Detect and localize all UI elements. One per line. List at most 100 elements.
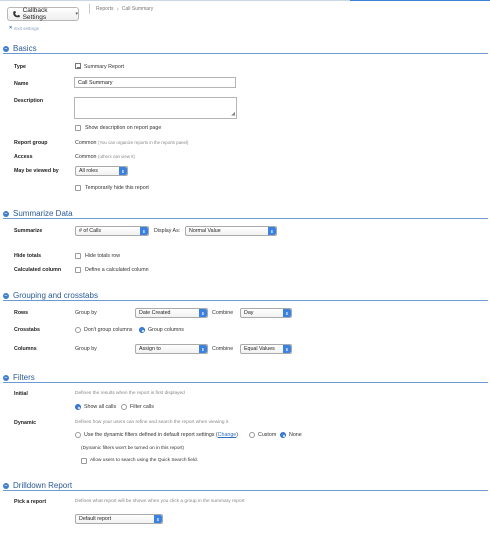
hide-totals-label: Hide totals: [14, 253, 42, 259]
settings-header: Callback Settings ▾ Reports › Call Summa…: [0, 0, 490, 36]
pick-report-select[interactable]: Default report ⬍: [75, 514, 163, 524]
hide-report-checkbox[interactable]: [75, 185, 81, 191]
report-group-name: Common: [75, 140, 97, 146]
group-columns-radio[interactable]: [139, 327, 145, 333]
collapse-icon[interactable]: −: [3, 292, 9, 299]
rows-combine-value: Day: [244, 310, 254, 316]
pick-report-label: Pick a report: [14, 499, 47, 505]
custom-filters-radio[interactable]: [249, 432, 255, 438]
dont-group-columns-radio[interactable]: [75, 327, 81, 333]
description-label: Description: [14, 98, 44, 104]
quick-search-checkbox[interactable]: [81, 458, 87, 464]
pick-report-value: Default report: [79, 516, 112, 522]
custom-filters-label: Custom: [258, 432, 277, 438]
report-group-label: Report group: [14, 140, 48, 146]
columns-combine-label: Combine: [212, 346, 234, 352]
rows-field-value: Date Created: [139, 310, 171, 316]
use-default-filters-radio[interactable]: [75, 432, 81, 438]
columns-field-select[interactable]: Assign to ⬍: [135, 344, 208, 354]
phone-icon: [13, 10, 20, 17]
access-value: Common (others can view it): [75, 154, 135, 160]
rows-group-by: Group by: [75, 310, 97, 316]
no-filters-label: None: [289, 432, 302, 438]
initial-description: Defines the results when the report is f…: [75, 391, 185, 396]
section-title-summarize: Summarize Data: [13, 209, 73, 218]
section-drilldown[interactable]: − Drilldown Report: [3, 481, 488, 491]
summarize-select[interactable]: # of Calls ⬍: [75, 226, 149, 236]
summarize-value: # of Calls: [79, 228, 102, 234]
exit-settings-link[interactable]: × Exit settings: [9, 25, 39, 31]
dont-group-columns-label: Don't group columns: [84, 327, 133, 333]
filter-calls-label: Filter calls: [130, 404, 154, 410]
collapse-icon[interactable]: −: [3, 45, 9, 52]
summarize-label: Summarize: [14, 228, 43, 234]
rows-label: Rows: [14, 310, 29, 316]
hide-totals-checkbox[interactable]: [75, 253, 81, 259]
name-field[interactable]: Call Summary: [74, 77, 236, 88]
show-description-checkbox[interactable]: [75, 125, 81, 131]
name-field-value: Call Summary: [78, 79, 113, 86]
section-title-drilldown: Drilldown Report: [13, 481, 73, 490]
change-link[interactable]: Change: [218, 432, 237, 438]
rows-field-select[interactable]: Date Created ⬍: [135, 308, 208, 318]
calculated-column-option: Define a calculated column: [85, 267, 149, 273]
chevron-right-icon: ›: [116, 5, 119, 13]
select-arrows-icon: ⬍: [283, 345, 291, 353]
rows-combine-select[interactable]: Day ⬍: [240, 308, 292, 318]
select-arrows-icon: ⬍: [199, 345, 207, 353]
select-arrows-icon: ⬍: [119, 167, 127, 175]
section-title-grouping: Grouping and crosstabs: [13, 291, 98, 300]
report-group-value: Common (You can organize reports in the …: [75, 140, 188, 146]
no-filters-radio[interactable]: [280, 432, 286, 438]
rows-combine-label: Combine: [212, 310, 234, 316]
display-as-label: Display As:: [154, 228, 181, 234]
calculated-column-checkbox[interactable]: [75, 267, 81, 273]
columns-group-by: Group by: [75, 346, 97, 352]
section-summarize-data[interactable]: − Summarize Data: [3, 209, 488, 219]
select-arrows-icon: ⬍: [283, 309, 291, 317]
filter-calls-radio[interactable]: [121, 404, 127, 410]
crosstabs-label: Crosstabs: [14, 327, 40, 333]
collapse-icon[interactable]: −: [3, 210, 9, 217]
columns-label: Columns: [14, 346, 37, 352]
display-as-value: Normal Value: [189, 228, 221, 234]
access-name: Common: [75, 154, 97, 160]
breadcrumb-call-summary: Call Summary: [121, 6, 154, 12]
section-title-basics: Basics: [13, 44, 37, 53]
description-field[interactable]: ◢: [74, 97, 237, 119]
section-basics[interactable]: − Basics: [3, 44, 488, 54]
section-filters[interactable]: − Filters: [3, 373, 488, 383]
type-value: Summary Report: [84, 64, 125, 70]
close-icon: ×: [9, 25, 13, 31]
resize-handle-icon[interactable]: ◢: [231, 111, 235, 117]
use-default-filters-close: ): [236, 432, 238, 438]
viewed-by-select[interactable]: All roles ⬍: [75, 166, 128, 176]
exit-settings-label: Exit settings: [14, 25, 39, 31]
columns-combine-value: Equal Values: [244, 346, 275, 352]
name-label: Name: [14, 81, 29, 87]
access-note: (others can view it): [97, 154, 135, 159]
section-grouping[interactable]: − Grouping and crosstabs: [3, 291, 488, 301]
breadcrumb-divider: [89, 4, 90, 14]
select-arrows-icon: ⬍: [140, 227, 148, 235]
hide-report-label: Temporarily hide this report: [85, 185, 149, 191]
display-as-select[interactable]: Normal Value ⬍: [185, 226, 277, 236]
callback-settings-button[interactable]: Callback Settings ▾: [7, 7, 79, 21]
collapse-icon[interactable]: −: [3, 482, 9, 489]
select-arrows-icon: ⬍: [199, 309, 207, 317]
access-label: Access: [14, 154, 33, 160]
breadcrumb: Reports › Call Summary: [86, 4, 153, 14]
section-title-filters: Filters: [13, 373, 35, 382]
type-label: Type: [14, 64, 26, 70]
use-default-filters-label: Use the dynamic filters defined in defau…: [84, 432, 238, 438]
group-columns-label: Group columns: [148, 327, 184, 333]
columns-combine-select[interactable]: Equal Values ⬍: [240, 344, 292, 354]
quick-search-label: Allow users to search using the Quick Se…: [90, 458, 198, 463]
breadcrumb-reports[interactable]: Reports: [96, 6, 114, 12]
show-all-calls-radio[interactable]: [75, 404, 81, 410]
hide-totals-option: Hide totals row: [85, 253, 121, 259]
viewed-by-value: All roles: [79, 168, 98, 174]
callback-settings-label: Callback Settings: [22, 7, 48, 21]
collapse-icon[interactable]: −: [3, 374, 9, 381]
show-description-label: Show description on report page: [85, 125, 162, 131]
